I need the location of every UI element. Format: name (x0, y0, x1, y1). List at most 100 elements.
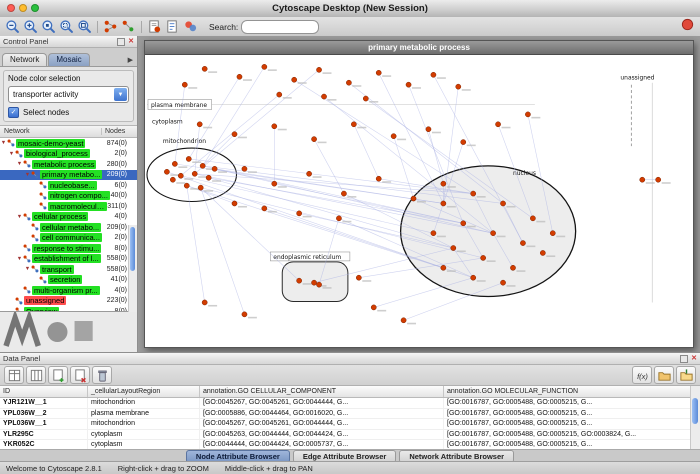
graph-node[interactable] (376, 70, 381, 75)
tree-expander-icon[interactable]: ▼ (24, 172, 31, 178)
graph-node[interactable] (341, 191, 346, 196)
graph-node[interactable] (164, 169, 169, 174)
close-panel-icon[interactable]: ✕ (691, 355, 697, 362)
graph-node[interactable] (346, 80, 351, 85)
graph-node[interactable] (540, 250, 545, 255)
graph-node[interactable] (451, 245, 456, 250)
graph-node[interactable] (426, 127, 431, 132)
zoom-out-icon[interactable] (4, 19, 21, 35)
column-header-annotation-go-molecular-function[interactable]: annotation.GO MOLECULAR_FUNCTION (444, 386, 700, 397)
graph-node[interactable] (307, 171, 312, 176)
graph-node[interactable] (550, 231, 555, 236)
graph-edge[interactable] (195, 70, 319, 174)
graph-node[interactable] (356, 275, 361, 280)
tree-expander-icon[interactable]: ▼ (16, 214, 23, 220)
birdseye-view[interactable] (0, 311, 137, 352)
graph-node[interactable] (202, 300, 207, 305)
close-window-button[interactable] (7, 4, 15, 12)
zoom-actual-icon[interactable] (40, 19, 57, 35)
tree-item-unassigned[interactable]: unassigned223(0) (0, 296, 137, 307)
graph-node[interactable] (363, 96, 368, 101)
graph-node[interactable] (311, 137, 316, 142)
delete-attribute-icon[interactable] (70, 366, 90, 384)
tree-item-cellular-metabo[interactable]: cellular metabo...209(0) (0, 222, 137, 233)
graph-edge[interactable] (189, 77, 240, 159)
column-header-cellularlayoutregion[interactable]: _cellularLayoutRegion (88, 386, 200, 397)
graph-node[interactable] (640, 177, 645, 182)
tree-item-transport[interactable]: ▼transport558(0) (0, 264, 137, 275)
graph-node[interactable] (311, 280, 316, 285)
graph-node[interactable] (316, 282, 321, 287)
tree-item-multi-organism-pr[interactable]: multi-organism pr...4(0) (0, 285, 137, 296)
graph-node[interactable] (481, 255, 486, 260)
graph-node[interactable] (242, 312, 247, 317)
zoom-in-icon[interactable] (22, 19, 39, 35)
tree-item-establishment-of-l[interactable]: ▼establishment of l...558(0) (0, 254, 137, 265)
tree-item-primary-metabo[interactable]: ▼primary metabo...209(0) (0, 170, 137, 181)
graph-node[interactable] (277, 92, 282, 97)
trash-icon[interactable] (92, 366, 112, 384)
table-scrollbar[interactable] (690, 386, 700, 449)
graph-node[interactable] (272, 124, 277, 129)
graph-node[interactable] (212, 166, 217, 171)
graph-node[interactable] (431, 231, 436, 236)
graph-node[interactable] (461, 221, 466, 226)
network-window-titlebar[interactable]: primary metabolic process (145, 41, 693, 55)
graph-edge[interactable] (428, 129, 443, 183)
new-attribute-icon[interactable] (48, 366, 68, 384)
tree-item-secretion[interactable]: secretion41(0) (0, 275, 137, 286)
graph-node[interactable] (441, 201, 446, 206)
tree-item-macromolecule[interactable]: macromolecule...311(0) (0, 201, 137, 212)
table-scrollbar-thumb[interactable] (692, 398, 698, 424)
graph-edge[interactable] (354, 124, 379, 178)
graph-edge[interactable] (314, 139, 344, 193)
zoom-selected-icon[interactable] (58, 19, 75, 35)
graph-node[interactable] (461, 140, 466, 145)
graph-node[interactable] (206, 175, 211, 180)
graph-node[interactable] (297, 211, 302, 216)
graph-node[interactable] (197, 122, 202, 127)
graph-node[interactable] (471, 191, 476, 196)
select-attributes-icon[interactable] (4, 366, 24, 384)
tree-expander-icon[interactable]: ▼ (16, 256, 23, 262)
tree-expander-icon[interactable]: ▼ (0, 140, 7, 146)
table-row-ykr052c[interactable]: YKR052Ccytoplasm[GO:0044444, GO:0044424,… (0, 440, 700, 449)
float-panel-icon[interactable] (117, 38, 125, 46)
tree-item-cell-communica[interactable]: cell communica...2(0) (0, 233, 137, 244)
import-attributes-icon[interactable] (654, 366, 674, 384)
network-overview-icon[interactable] (102, 19, 119, 35)
import-network-icon[interactable] (146, 19, 163, 35)
graph-node[interactable] (500, 280, 505, 285)
graph-node[interactable] (316, 67, 321, 72)
annotation-icon[interactable] (164, 19, 181, 35)
graph-node[interactable] (525, 112, 530, 117)
search-input[interactable] (241, 20, 319, 34)
graph-node[interactable] (262, 206, 267, 211)
tree-item-overview[interactable]: Overview8(0) (0, 306, 137, 311)
graph-node[interactable] (170, 177, 175, 182)
graph-node[interactable] (242, 166, 247, 171)
graph-edge[interactable] (195, 124, 200, 173)
graph-node[interactable] (441, 181, 446, 186)
tree-expander-icon[interactable]: ▼ (24, 266, 31, 272)
tree-header-network[interactable]: Network (0, 128, 102, 135)
graph-node[interactable] (495, 122, 500, 127)
graph-node[interactable] (336, 216, 341, 221)
graph-node[interactable] (202, 66, 207, 71)
graph-node[interactable] (262, 64, 267, 69)
graph-node[interactable] (656, 177, 661, 182)
graph-node[interactable] (456, 84, 461, 89)
close-panel-icon[interactable]: ✕ (128, 38, 134, 45)
graph-node[interactable] (198, 185, 203, 190)
node-selection-icon[interactable] (120, 19, 137, 35)
tree-scrollbar-thumb[interactable] (130, 227, 135, 271)
vizmapper-icon[interactable] (182, 19, 199, 35)
graph-node[interactable] (178, 173, 183, 178)
tree-item-cellular-process[interactable]: ▼cellular process4(0) (0, 212, 137, 223)
graph-node[interactable] (411, 196, 416, 201)
tree-expander-icon[interactable]: ▼ (16, 161, 23, 167)
graph-edge[interactable] (203, 67, 265, 166)
network-canvas[interactable]: plasma membranecytoplasmmitochondrionnuc… (145, 55, 693, 347)
graph-node[interactable] (292, 77, 297, 82)
table-row-ypl036w-1[interactable]: YPL036W__1mitochondrion[GO:0045267, GO:0… (0, 419, 700, 430)
